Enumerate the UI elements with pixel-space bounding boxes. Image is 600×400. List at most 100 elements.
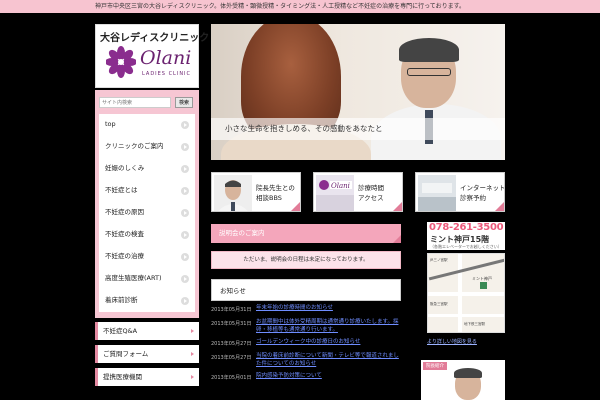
hero-image: 小さな生命を抱きしめる、その感動をあなたと (211, 24, 505, 160)
sidebar-link-label: 提携医療機関 (103, 373, 142, 381)
news-link[interactable]: 院内感染予防対策について (256, 372, 401, 382)
sidebar-item-label: クリニックのご案内 (105, 142, 164, 150)
access-map[interactable]: JR三ノ宮駅 阪急三宮駅 地下鉄三宮駅 ミント神戸 (427, 253, 505, 333)
map-pin-icon (480, 282, 487, 289)
sidebar-item-pgd[interactable]: 着床前診断 (99, 290, 195, 312)
sidebar-link-question-form[interactable]: ご質問フォーム (95, 345, 199, 363)
director-hair-shape (454, 368, 482, 378)
arrow-right-icon (181, 143, 189, 151)
list-item: 2013年05月27日 ゴールデンウィーク中の診療日のお知らせ (211, 338, 401, 348)
news-link[interactable]: 年末年始の診療時間のお知らせ (256, 304, 401, 314)
news-list: 2013年05月31日 年末年始の診療時間のお知らせ 2013年05月31日 お… (211, 304, 401, 386)
banner-line1: インターネット (460, 184, 505, 192)
doctor-glasses-shape (407, 68, 451, 76)
news-date: 2013年05月27日 (211, 355, 252, 361)
logo-japanese-name: 大谷レディスクリニック (100, 33, 210, 44)
map-road (428, 292, 504, 296)
news-date: 2013年05月27日 (211, 341, 252, 347)
banner-line1: 診療時間 (358, 184, 384, 192)
director-intro-banner[interactable]: 院長紹介 (421, 360, 505, 400)
seminar-info-title: 説明会のご案内 (219, 229, 265, 237)
topbar-description: 神戸市中央区三宮の大谷レディスクリニック。体外受精・顕微授精・タイミング法・人工… (0, 0, 600, 13)
search-input[interactable] (99, 97, 171, 108)
seminar-info-bar[interactable]: 説明会のご案内 (211, 224, 401, 243)
banner-row: 院長先生との 相談BBS Olani 診療時間アクセス インターネット 診察予約 (211, 172, 505, 212)
sidebar-item-treatment[interactable]: 不妊症の治療 (99, 246, 195, 268)
arrow-right-icon (181, 231, 189, 239)
director-tag: 院長紹介 (423, 362, 447, 370)
sidebar-link-partners[interactable]: 提携医療機関 (95, 368, 199, 386)
map-station-label: 阪急三宮駅 (430, 302, 448, 306)
sidebar-item-infertility[interactable]: 不妊症とは (99, 180, 195, 202)
news-link[interactable]: お盆期間中は体外受精周期は通常通り診療いたします。採卵・移植等も通常通り行います… (256, 318, 401, 334)
banner-line1: 院長先生との (256, 184, 295, 192)
sidebar-item-pregnancy[interactable]: 妊娠のしくみ (99, 158, 195, 180)
doctor-portrait-icon (214, 175, 252, 211)
sidebar-item-causes[interactable]: 不妊症の原因 (99, 202, 195, 224)
reception-photo-icon (418, 175, 456, 211)
map-road (458, 254, 462, 332)
list-item: 2013年05月31日 年末年始の診療時間のお知らせ (211, 304, 401, 314)
news-link[interactable]: ゴールデンウィーク中の診療日のお知らせ (256, 338, 401, 348)
sidebar-item-label: 高度生殖医療(ART) (105, 274, 162, 282)
news-heading: お知らせ (211, 279, 401, 301)
banner-text: 院長先生との 相談BBS (256, 183, 295, 203)
elevator-note: （各階エレベーターでお越しください） (430, 244, 502, 249)
map-station-label: JR三ノ宮駅 (430, 258, 448, 262)
sidebar-item-tests[interactable]: 不妊症の検査 (99, 224, 195, 246)
arrow-right-icon (181, 165, 189, 173)
logo-olani: Olani (140, 47, 192, 69)
arrow-right-icon (181, 209, 189, 217)
doctor-hair-shape (399, 38, 459, 62)
news-link[interactable]: 当院の着床前診断について新聞・テレビ等で報道されました件についてのお知らせ (256, 352, 401, 368)
list-item: 2013年05月01日 院内感染予防対策について (211, 372, 401, 382)
triangle-right-icon (191, 352, 194, 356)
triangle-right-icon (191, 329, 194, 333)
sidebar-nav: 検索 top クリニックのご案内 妊娠のしくみ 不妊症とは 不妊症の原因 不妊症… (95, 90, 199, 318)
triangle-right-icon (191, 375, 194, 379)
corner-triangle-icon (291, 202, 300, 211)
sidebar-item-label: top (105, 120, 116, 128)
clinic-entrance-icon: Olani (316, 175, 354, 211)
sidebar-link-label: ご質問フォーム (103, 350, 149, 358)
seminar-info-message: ただいま、説明会の日程は未定になっております。 (211, 251, 401, 269)
corner-triangle-icon (495, 202, 504, 211)
news-date: 2013年05月31日 (211, 307, 252, 313)
arrow-right-icon (181, 275, 189, 283)
list-item: 2013年05月27日 当院の着床前診断について新聞・テレビ等で報道されました件… (211, 352, 401, 368)
phone-number[interactable]: 078-261-3500 (429, 222, 504, 233)
map-road (428, 314, 504, 317)
flower-logo-icon (106, 46, 136, 78)
site-search: 検索 (99, 97, 195, 108)
logo-subtitle: LADIES CLINIC (142, 71, 192, 77)
list-item: 2013年05月31日 お盆期間中は体外受精周期は通常通り診療いたします。採卵・… (211, 318, 401, 334)
banner-hours-access[interactable]: Olani 診療時間アクセス (313, 172, 403, 212)
arrow-right-icon (181, 297, 189, 305)
clinic-logo[interactable]: 大谷レディスクリニック Olani LADIES CLINIC (95, 24, 209, 88)
banner-line2: 相談BBS (256, 194, 282, 202)
banner-online-booking[interactable]: インターネット 診察予約 (415, 172, 505, 212)
news-date: 2013年05月01日 (211, 375, 252, 381)
svg-text:Olani: Olani (331, 182, 350, 190)
banner-bbs[interactable]: 院長先生との 相談BBS (211, 172, 301, 212)
arrow-right-icon (181, 187, 189, 195)
sidebar-item-label: 不妊症とは (105, 186, 138, 194)
banner-text: インターネット 診察予約 (460, 183, 505, 203)
sidebar-link-qa[interactable]: 不妊症Q&A (95, 322, 199, 340)
arrow-right-icon (181, 121, 189, 129)
sidebar-item-art[interactable]: 高度生殖医療(ART) (99, 268, 195, 290)
banner-line2: アクセス (358, 194, 384, 202)
sidebar-links: 不妊症Q&A ご質問フォーム 提携医療機関 (95, 322, 199, 391)
arrow-right-icon (181, 253, 189, 261)
sidebar-item-label: 妊娠のしくみ (105, 164, 145, 172)
search-button[interactable]: 検索 (175, 97, 193, 108)
corner-triangle-icon (393, 235, 401, 243)
sidebar-item-label: 不妊症の治療 (105, 252, 144, 260)
sidebar-item-top[interactable]: top (99, 114, 195, 136)
hero-caption: 小さな生命を抱きしめる、その感動をあなたと (211, 118, 505, 140)
sidebar-link-label: 不妊症Q&A (103, 327, 138, 335)
banner-line2: 診察予約 (460, 194, 486, 202)
sidebar-item-clinic[interactable]: クリニックのご案内 (99, 136, 195, 158)
map-detail-link[interactable]: より詳しい地図を見る (427, 338, 507, 345)
corner-triangle-icon (393, 202, 402, 211)
